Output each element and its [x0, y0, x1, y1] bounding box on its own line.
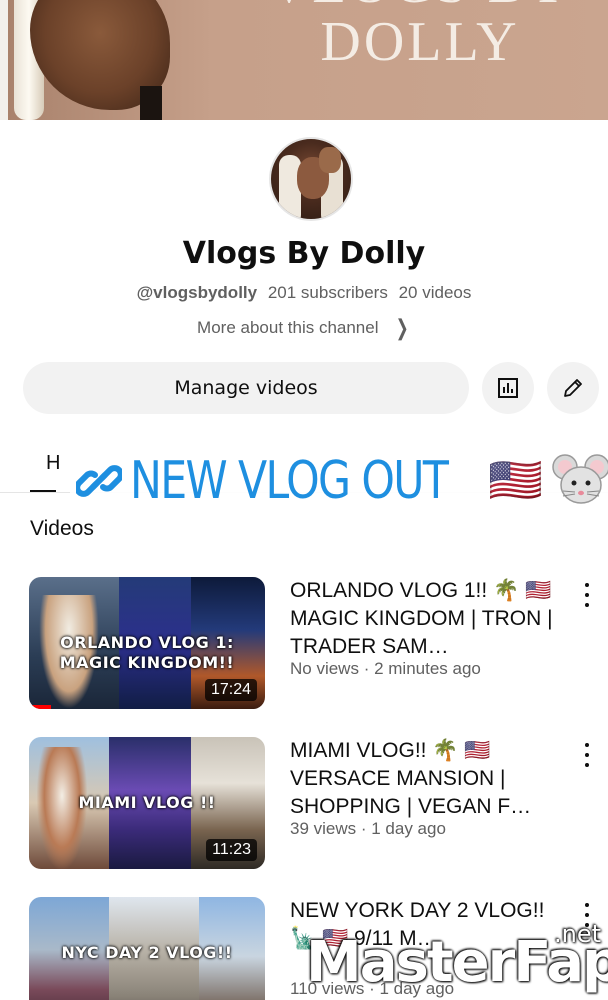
manage-videos-label: Manage videos: [174, 377, 318, 399]
link-icon: [76, 465, 122, 497]
channel-handle: @vlogsbydolly: [136, 283, 258, 302]
avatar-hand: [319, 147, 341, 173]
video-count: 20 videos: [398, 283, 472, 302]
video-views: 39 views: [290, 819, 357, 838]
video-duration: 17:24: [204, 679, 257, 701]
analytics-button[interactable]: [482, 362, 534, 414]
video-meta: 39 views · 1 day ago: [290, 819, 446, 838]
watch-progress-bar: [29, 705, 51, 709]
banner-title: VLOGS BY DOLLY: [260, 0, 580, 70]
video-item[interactable]: MIAMI VLOG !! 11:23 MIAMI VLOG!! 🌴 🇺🇸 VE…: [29, 737, 599, 869]
video-title[interactable]: ORLANDO VLOG 1!! 🌴 🇺🇸 MAGIC KINGDOM | TR…: [290, 577, 560, 661]
subscriber-count: 201 subscribers: [267, 283, 388, 302]
video-duration: 11:23: [206, 839, 257, 861]
thumbnail-caption: NYC DAY 2 VLOG!!: [61, 943, 233, 962]
more-about-channel-link[interactable]: More about this channel ❯: [0, 315, 608, 341]
analytics-icon: [498, 378, 518, 398]
new-vlog-overlay: NEW VLOG OUT 🇺🇸: [70, 448, 608, 514]
manage-videos-button[interactable]: Manage videos: [23, 362, 469, 414]
channel-name: Vlogs By Dolly: [182, 236, 426, 271]
video-thumbnail[interactable]: ORLANDO VLOG 1: MAGIC KINGDOM!! 17:24: [29, 577, 265, 709]
video-title[interactable]: MIAMI VLOG!! 🌴 🇺🇸 VERSACE MANSION | SHOP…: [290, 737, 560, 821]
banner-sleeve-graphic: [140, 86, 162, 120]
banner-title-line2: DOLLY: [320, 11, 520, 73]
video-age: 2 minutes ago: [374, 659, 481, 678]
more-about-label: More about this channel: [197, 318, 379, 337]
pencil-icon: [564, 379, 582, 397]
more-options-icon[interactable]: [579, 743, 595, 767]
videos-section-heading: Videos: [30, 517, 94, 540]
banner-edge: [0, 0, 8, 120]
us-flag-icon: 🇺🇸: [488, 456, 543, 505]
chevron-right-icon: ❯: [395, 315, 409, 340]
thumbnail-caption: MIAMI VLOG !!: [78, 793, 216, 812]
more-options-icon[interactable]: [579, 583, 595, 607]
video-thumbnail[interactable]: MIAMI VLOG !! 11:23: [29, 737, 265, 869]
edit-channel-button[interactable]: [547, 362, 599, 414]
video-age: 1 day ago: [371, 819, 446, 838]
tab-home[interactable]: H: [46, 452, 60, 475]
new-vlog-text: NEW VLOG OUT: [130, 451, 449, 511]
video-views: No views: [290, 659, 359, 678]
channel-banner: VLOGS BY DOLLY: [0, 0, 608, 120]
video-meta: No views · 2 minutes ago: [290, 659, 481, 678]
watermark: MasterFap .net: [306, 920, 608, 1000]
video-thumbnail[interactable]: NYC DAY 2 VLOG!!: [29, 897, 265, 1000]
thumbnail-caption: ORLANDO VLOG 1: MAGIC KINGDOM!!: [59, 633, 235, 672]
channel-avatar[interactable]: [269, 137, 353, 221]
mouse-icon: [552, 454, 608, 504]
video-item[interactable]: ORLANDO VLOG 1: MAGIC KINGDOM!! 17:24 OR…: [29, 577, 599, 709]
watermark-suffix: .net: [554, 920, 602, 948]
channel-meta: @vlogsbydolly 201 subscribers 20 videos: [0, 283, 608, 303]
